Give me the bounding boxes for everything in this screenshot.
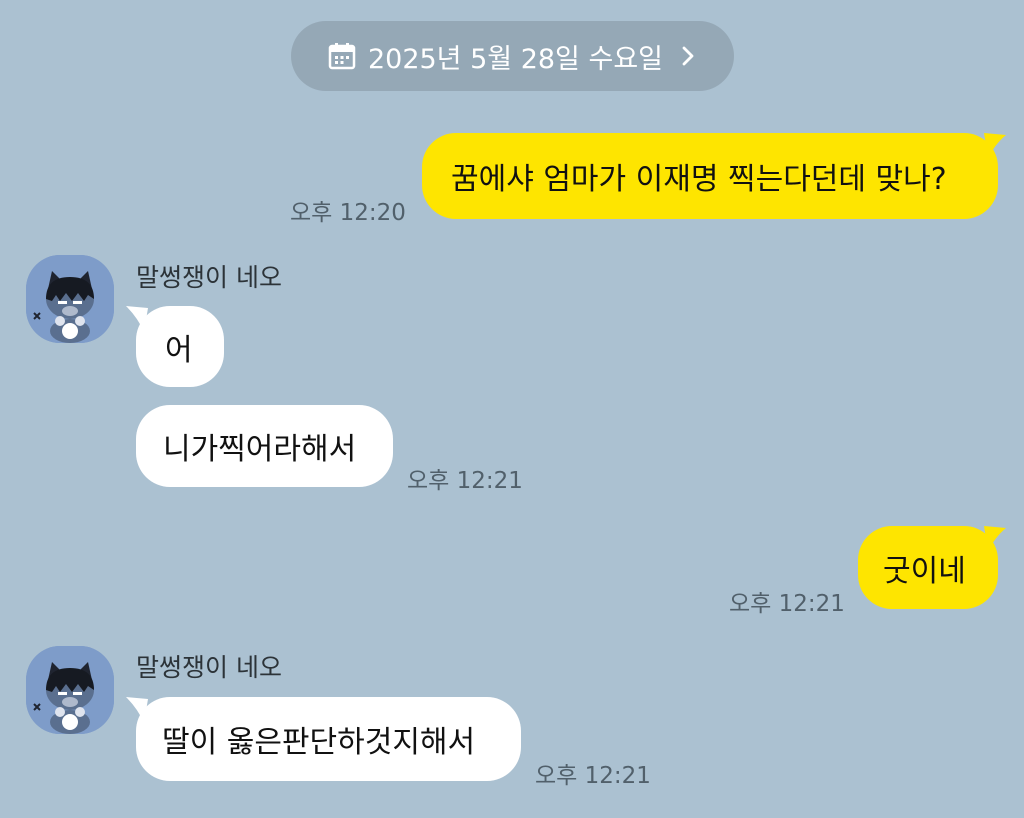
calendar-icon: [328, 42, 356, 70]
cat-character-icon: [26, 646, 114, 734]
date-label: 2025년 5월 28일 수요일: [367, 43, 664, 75]
avatar[interactable]: [26, 255, 114, 343]
avatar[interactable]: [26, 646, 114, 734]
sender-name: 말썽쟁이 네오: [136, 263, 282, 292]
my-message-bubble[interactable]: 꿈에샤 엄마가 이재명 찍는다던데 맞나?: [422, 133, 998, 219]
my-message-bubble[interactable]: 굿이네: [858, 526, 998, 609]
message-timestamp: 오후 12:21: [729, 591, 845, 617]
their-message-bubble[interactable]: 어: [136, 306, 224, 387]
message-text: 굿이네: [883, 553, 966, 589]
their-message-bubble[interactable]: 딸이 옳은판단하것지해서: [136, 697, 521, 781]
date-divider[interactable]: 2025년 5월 28일 수요일: [291, 21, 734, 91]
message-timestamp: 오후 12:21: [535, 763, 651, 789]
cat-character-icon: [26, 255, 114, 343]
my-bubble-tail: [984, 526, 1006, 552]
my-bubble-tail: [984, 133, 1006, 159]
message-timestamp: 오후 12:21: [407, 468, 523, 494]
message-text: 딸이 옳은판단하것지해서: [162, 725, 476, 760]
message-text: 어: [165, 332, 193, 368]
message-text: 니가찍어라해서: [163, 432, 357, 467]
chevron-right-icon: [679, 44, 697, 68]
message-timestamp: 오후 12:20: [290, 200, 406, 226]
sender-name: 말썽쟁이 네오: [136, 653, 282, 682]
their-message-bubble[interactable]: 니가찍어라해서: [136, 405, 393, 487]
message-text: 꿈에샤 엄마가 이재명 찍는다던데 맞나?: [451, 162, 947, 197]
